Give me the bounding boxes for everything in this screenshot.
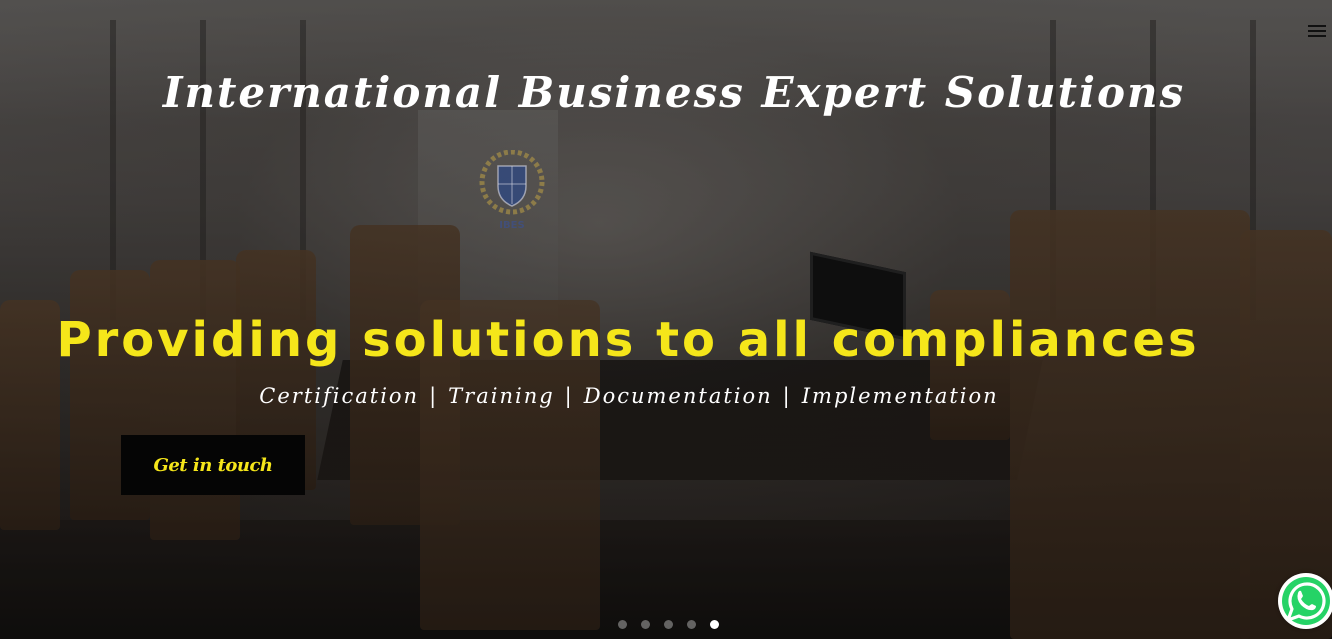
hamburger-menu-icon[interactable] bbox=[1308, 22, 1328, 40]
services-tagline: Certification | Training | Documentation | Imp… bbox=[0, 384, 1258, 408]
slider-dots bbox=[618, 620, 719, 629]
logo-text: IBES bbox=[499, 220, 524, 231]
ibes-logo-emblem: IBES bbox=[479, 150, 545, 231]
service-training: Training bbox=[448, 384, 555, 408]
separator: | bbox=[429, 384, 439, 408]
hero-headline: Providing solutions to all compliances bbox=[56, 312, 1200, 368]
hero-banner: IBES International Business Expert Solut… bbox=[0, 0, 1332, 639]
whatsapp-button[interactable] bbox=[1278, 573, 1332, 629]
slider-dot-2[interactable] bbox=[641, 620, 650, 629]
separator: | bbox=[564, 384, 574, 408]
service-documentation: Documentation bbox=[583, 384, 773, 408]
site-title: International Business Expert Solutions bbox=[162, 68, 1186, 117]
slider-dot-5[interactable] bbox=[710, 620, 719, 629]
service-implementation: Implementation bbox=[801, 384, 999, 408]
slider-dot-1[interactable] bbox=[618, 620, 627, 629]
separator: | bbox=[782, 384, 792, 408]
whatsapp-icon bbox=[1282, 577, 1330, 625]
service-certification: Certification bbox=[259, 384, 420, 408]
get-in-touch-button[interactable]: Get in touch bbox=[121, 435, 305, 495]
slider-dot-4[interactable] bbox=[687, 620, 696, 629]
slider-dot-3[interactable] bbox=[664, 620, 673, 629]
